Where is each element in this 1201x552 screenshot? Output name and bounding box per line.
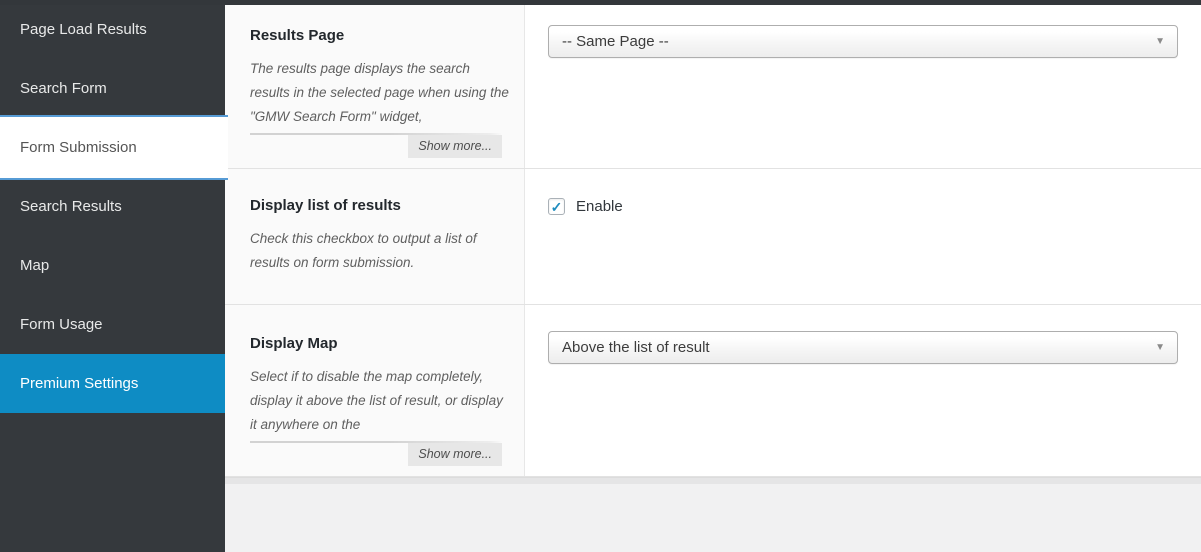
sidebar-item-search-results[interactable]: Search Results [0, 177, 225, 236]
setting-row-results-page: Results Page The results page displays t… [225, 5, 1201, 169]
setting-label-column: Display list of results Check this check… [225, 169, 525, 304]
setting-label-column: Results Page The results page displays t… [225, 5, 525, 168]
sidebar-item-form-usage[interactable]: Form Usage [0, 295, 225, 354]
setting-title: Display Map [250, 335, 338, 352]
sidebar-item-label: Premium Settings [20, 375, 139, 392]
enable-checkbox-label: Enable [576, 198, 623, 215]
settings-panel: Results Page The results page displays t… [225, 5, 1201, 484]
sidebar-item-form-submission[interactable]: Form Submission [0, 115, 228, 180]
setting-control-column: -- Same Page -- ▼ [525, 5, 1201, 168]
results-page-select[interactable]: -- Same Page -- ▼ [548, 25, 1178, 58]
chevron-down-icon: ▼ [1155, 342, 1165, 353]
setting-control-column: Above the list of result ▼ [525, 305, 1201, 476]
setting-row-display-list-of-results: Display list of results Check this check… [225, 169, 1201, 305]
setting-title: Results Page [250, 27, 345, 44]
checkmark-icon: ✓ [550, 198, 563, 215]
sidebar-item-search-form[interactable]: Search Form [0, 59, 225, 118]
sidebar-item-label: Search Form [20, 80, 107, 97]
enable-checkbox[interactable]: ✓ [548, 198, 565, 215]
setting-control-column: ✓ Enable [525, 169, 1201, 304]
setting-label-column: Display Map Select if to disable the map… [225, 305, 525, 476]
content-bottom-strip [225, 477, 1201, 484]
sidebar-item-map[interactable]: Map [0, 236, 225, 295]
setting-description: The results page displays the search res… [250, 61, 509, 124]
select-selected-value: Above the list of result [562, 339, 710, 356]
display-map-select[interactable]: Above the list of result ▼ [548, 331, 1178, 364]
sidebar-item-label: Search Results [20, 198, 122, 215]
show-more-button[interactable]: Show more... [408, 443, 502, 466]
top-border-bar [0, 0, 1201, 5]
settings-tabs-sidebar: Page Load Results Search Form Form Submi… [0, 0, 228, 552]
sidebar-item-label: Form Usage [20, 316, 103, 333]
sidebar-item-premium-settings[interactable]: Premium Settings [0, 354, 225, 413]
sidebar-item-page-load-results[interactable]: Page Load Results [0, 0, 225, 59]
sidebar-item-label: Page Load Results [20, 21, 147, 38]
chevron-down-icon: ▼ [1155, 36, 1165, 47]
sidebar-item-label: Map [20, 257, 50, 274]
setting-description: Check this checkbox to output a list of … [250, 231, 477, 270]
setting-title: Display list of results [250, 197, 401, 214]
sidebar-item-label: Form Submission [20, 139, 137, 156]
select-selected-value: -- Same Page -- [562, 33, 669, 50]
setting-row-display-map: Display Map Select if to disable the map… [225, 305, 1201, 477]
setting-description: Select if to disable the map completely,… [250, 369, 503, 432]
show-more-button[interactable]: Show more... [408, 135, 502, 158]
